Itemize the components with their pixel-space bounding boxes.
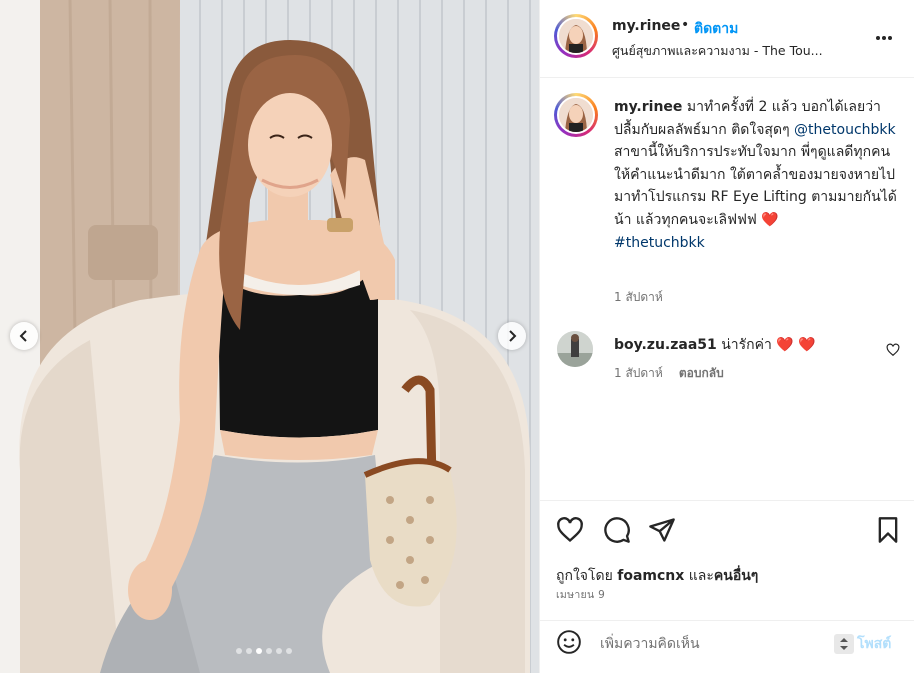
avatar-image <box>559 19 593 53</box>
post-image <box>0 0 539 673</box>
reply-button[interactable]: ตอบกลับ <box>679 364 724 383</box>
post-date[interactable]: เมษายน 9 <box>556 586 605 603</box>
post-button-label: โพสต์ <box>857 636 892 652</box>
more-horizontal-icon <box>876 36 892 40</box>
share-button[interactable] <box>648 516 676 548</box>
caption-text-part-2: สาขานี้ให้บริการประทับใจมาก พี่ๆดูแลดีทุ… <box>614 144 897 228</box>
comment-bubble-icon <box>604 517 630 543</box>
carousel-dot <box>286 648 292 654</box>
more-options-button[interactable] <box>874 28 894 52</box>
carousel-next-button[interactable] <box>498 322 526 350</box>
save-button[interactable] <box>874 516 902 548</box>
follow-button[interactable]: ติดตาม <box>694 18 738 40</box>
commenter-avatar[interactable] <box>557 331 593 367</box>
post-details-panel: my.rinee • ติดตาม ศูนย์สุขภาพและความงาม … <box>539 0 914 673</box>
comment-meta: 1 สัปดาห์ ตอบกลับ <box>614 364 724 383</box>
liked-by-middle: และ <box>688 568 714 584</box>
paper-plane-icon <box>649 518 675 542</box>
carousel-dot <box>256 648 262 654</box>
separator-dot: • <box>681 17 690 33</box>
sort-updown-icon <box>834 634 854 654</box>
heart-emoji: ❤️ <box>761 211 779 228</box>
post-comment-button[interactable]: โพสต์ <box>834 633 891 655</box>
comment-text: น่ารักค่า <box>721 337 772 353</box>
comment-button[interactable] <box>603 516 631 548</box>
post-caption: my.rinee มาทำครั้งที่ 2 แล้ว บอกได้เลยว่… <box>614 96 904 254</box>
carousel-dot <box>246 648 252 654</box>
smiley-icon <box>557 630 581 654</box>
bookmark-icon <box>878 517 898 543</box>
comment-hearts: ❤️ ❤️ <box>776 337 816 353</box>
like-button[interactable] <box>556 516 584 548</box>
avatar-image <box>559 98 593 132</box>
carousel-indicator <box>236 648 292 654</box>
caption-avatar[interactable] <box>554 93 598 137</box>
emoji-picker-button[interactable] <box>556 629 582 659</box>
chevron-left-icon <box>19 330 27 342</box>
caption-username[interactable]: my.rinee <box>614 99 682 115</box>
commenter-username[interactable]: boy.zu.zaa51 <box>614 337 717 353</box>
comment-input[interactable] <box>600 632 830 656</box>
post-photo[interactable] <box>0 0 539 673</box>
liked-by-summary: ถูกใจโดย foamcnx และคนอื่นๆ <box>556 565 758 587</box>
caption-mention-link[interactable]: @thetouchbkk <box>794 122 896 138</box>
caption-timestamp[interactable]: 1 สัปดาห์ <box>614 288 663 307</box>
liked-by-user[interactable]: foamcnx <box>617 568 684 584</box>
comment-body: boy.zu.zaa51 น่ารักค่า ❤️ ❤️ <box>614 334 816 356</box>
author-avatar[interactable] <box>554 14 598 58</box>
liked-by-others[interactable]: คนอื่นๆ <box>714 568 758 584</box>
heart-outline-icon <box>886 343 900 357</box>
carousel-prev-button[interactable] <box>10 322 38 350</box>
liked-by-prefix: ถูกใจโดย <box>556 568 613 584</box>
heart-outline-icon <box>557 517 583 543</box>
chevron-right-icon <box>509 330 517 342</box>
caption-hashtag-link[interactable]: #thetuchbkk <box>614 235 705 251</box>
comment-timestamp[interactable]: 1 สัปดาห์ <box>614 364 663 383</box>
post-location[interactable]: ศูนย์สุขภาพและความงาม - The Tou... <box>612 41 862 61</box>
carousel-dot <box>276 648 282 654</box>
carousel-dot <box>266 648 272 654</box>
author-username[interactable]: my.rinee <box>612 18 680 34</box>
post-actions-section <box>540 500 914 625</box>
comment-like-button[interactable] <box>886 342 900 361</box>
avatar-image <box>557 331 593 367</box>
carousel-dot <box>236 648 242 654</box>
